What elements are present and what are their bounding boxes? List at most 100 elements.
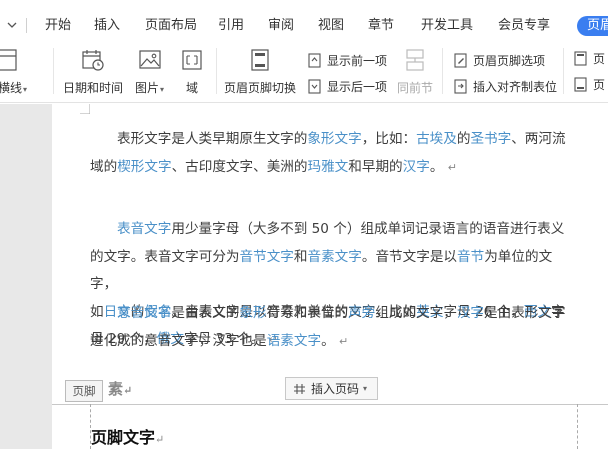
- paragraph-mark: ↵: [339, 334, 349, 348]
- insert-page-number-label: 插入页码: [311, 382, 360, 396]
- page-settings-icon: [453, 53, 468, 68]
- page-top-icon: [573, 51, 588, 66]
- truncated-text: 素↵: [108, 378, 132, 399]
- header-line-icon: [0, 48, 19, 72]
- page-bottom-icon: [573, 77, 588, 92]
- tab-insert[interactable]: 插入: [94, 18, 120, 34]
- ribbon-separator: [53, 48, 54, 94]
- field-button[interactable]: 域: [180, 48, 204, 96]
- footer-content[interactable]: 页脚文字↵: [91, 424, 164, 448]
- hyperlink[interactable]: 楔形文字: [117, 159, 171, 175]
- align-tab-icon: [453, 79, 468, 94]
- page-bottom-button[interactable]: 页: [573, 76, 605, 93]
- truncated-char: 素: [108, 380, 124, 398]
- picture-button[interactable]: 图片▾: [135, 48, 164, 96]
- picture-icon: [138, 48, 162, 72]
- field-icon: [180, 48, 204, 72]
- tab-developer[interactable]: 开发工具: [421, 18, 473, 34]
- hyperlink[interactable]: 语素文字: [267, 333, 321, 349]
- header-footer-switch-label: 页眉页脚切换: [224, 81, 297, 95]
- text-run: 。音节文字是以: [361, 248, 458, 265]
- tab-references[interactable]: 引用: [218, 18, 244, 34]
- ribbon-toolbar: 眉横线▾ 日期和时间 图片▾ 域 页眉页脚切换 显示前一项: [0, 38, 608, 103]
- text-run: 和: [293, 248, 308, 265]
- menu-tab-bar: 开始 插入 页面布局 引用 审阅 视图 章节 开发工具 会员专享 页眉: [0, 0, 608, 38]
- ribbon-separator: [216, 48, 217, 94]
- date-time-button[interactable]: 日期和时间: [63, 48, 123, 96]
- show-next-button[interactable]: 显示后一项: [307, 78, 387, 95]
- hyperlink[interactable]: 象形: [239, 305, 266, 321]
- text-run: 域的: [90, 158, 118, 175]
- header-footer-options-button[interactable]: 页眉页脚选项: [453, 52, 545, 69]
- insert-align-tab-button[interactable]: 插入对齐制表位: [453, 78, 557, 95]
- text-run: 符号和表音的: [266, 305, 349, 321]
- ribbon-separator: [442, 48, 443, 94]
- page-top-button[interactable]: 页: [573, 50, 605, 67]
- show-previous-label: 显示前一项: [327, 54, 388, 68]
- date-time-label: 日期和时间: [63, 81, 124, 95]
- hyperlink[interactable]: 音节: [457, 249, 484, 265]
- hyperlink[interactable]: 古埃及: [416, 131, 457, 147]
- tab-page-layout[interactable]: 页面布局: [145, 18, 197, 34]
- text-run: 进化成的意音文字，汉字也是: [90, 332, 267, 349]
- header-footer-switch-button[interactable]: 页眉页脚切换: [224, 48, 296, 96]
- ribbon-separator: [563, 48, 564, 94]
- insert-page-number-button[interactable]: 插入页码 ▾: [285, 377, 378, 400]
- tab-member[interactable]: 会员专享: [498, 18, 550, 34]
- show-next-label: 显示后一项: [327, 80, 388, 94]
- header-footer-switch-icon: [248, 48, 272, 72]
- hyperlink[interactable]: 象形文字: [307, 131, 361, 147]
- page-bottom-label: 页: [593, 78, 606, 92]
- paragraph-mark: ↵: [123, 384, 133, 397]
- link-previous-icon: [403, 48, 427, 72]
- hyperlink[interactable]: 汉字: [403, 159, 430, 175]
- show-previous-icon: [307, 53, 322, 68]
- text-run: 组成的文字，: [375, 305, 457, 321]
- text-run: 、两河流: [511, 131, 566, 147]
- page-number-icon: [294, 383, 305, 394]
- text-run: 的: [456, 131, 471, 147]
- text-run: 是由表义的: [171, 305, 240, 321]
- paragraph-mark: ↵: [447, 160, 457, 174]
- text-run: 。: [429, 158, 444, 175]
- hyperlink[interactable]: 声旁: [348, 305, 375, 321]
- header-line-button[interactable]: 眉横线▾: [0, 48, 27, 96]
- header-line-label: 眉横线: [0, 81, 23, 95]
- text-run: 表形文字是人类早期原生文字的: [117, 131, 308, 147]
- text-run: 的文字。表音文字可分为: [90, 248, 240, 265]
- hyperlink[interactable]: 圣书字: [470, 131, 511, 147]
- hyperlink[interactable]: 汉字: [457, 305, 484, 321]
- text-run: 是由表形文字: [484, 305, 566, 321]
- footer-text: 页脚文字: [91, 428, 156, 447]
- hyperlink[interactable]: 玛雅文: [308, 159, 349, 175]
- hyperlink[interactable]: 表音文字: [117, 221, 171, 237]
- page-top-label: 页: [593, 52, 606, 66]
- hyperlink[interactable]: 音素文字: [308, 249, 362, 265]
- footer-margin-right: [577, 404, 578, 449]
- footer-tag-label: 页脚: [72, 384, 96, 398]
- same-as-previous-label: 同前节: [397, 81, 434, 95]
- paragraph-logophonetic[interactable]: 意音文字是由表义的象形符号和表音的声旁组成的文字，汉字是由表形文字 进化成的意音…: [90, 300, 578, 355]
- header-footer-options-label: 页眉页脚选项: [473, 54, 546, 68]
- margin-corner-mark: [80, 104, 90, 114]
- paragraph-ideographic[interactable]: 表形文字是人类早期原生文字的象形文字，比如：古埃及的圣书字、两河流 域的楔形文字…: [90, 126, 578, 181]
- show-next-icon: [307, 79, 322, 94]
- footer-tag: 页脚: [65, 380, 103, 402]
- hyperlink[interactable]: 意音文字: [117, 305, 171, 321]
- insert-align-tab-label: 插入对齐制表位: [473, 80, 558, 94]
- tab-section[interactable]: 章节: [368, 18, 394, 34]
- show-previous-button[interactable]: 显示前一项: [307, 52, 387, 69]
- text-run: 、古印度文字、美洲的: [171, 158, 308, 175]
- collapse-chevron-icon[interactable]: [4, 17, 20, 33]
- text-run: 和早期的: [348, 158, 403, 175]
- tab-review[interactable]: 审阅: [268, 18, 294, 34]
- tab-home[interactable]: 开始: [45, 18, 71, 34]
- same-as-previous-button[interactable]: 同前节: [397, 48, 433, 96]
- footer-boundary-line: [52, 404, 608, 405]
- text-run: 用少量字母（大多不到 50 个）组成单词记录语言的语音进行表义: [171, 221, 565, 237]
- tab-separator: [26, 18, 27, 33]
- text-run: 。: [321, 332, 335, 349]
- hyperlink[interactable]: 音节文字: [240, 249, 294, 265]
- tab-view[interactable]: 视图: [318, 18, 344, 34]
- tab-header-footer[interactable]: 页眉: [577, 16, 608, 36]
